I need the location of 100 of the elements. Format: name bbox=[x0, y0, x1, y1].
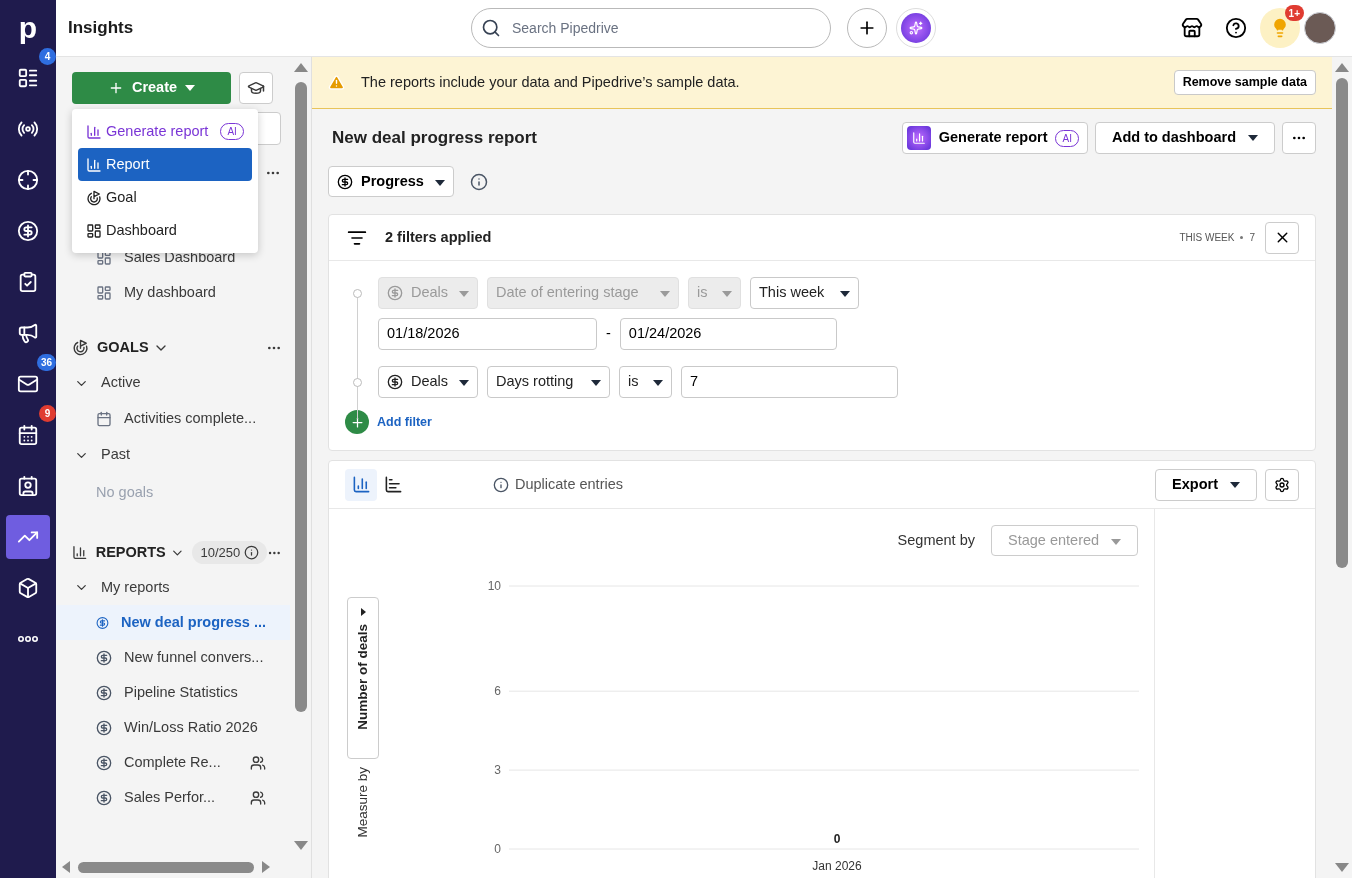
timeline-node bbox=[353, 289, 362, 298]
dropdown[interactable]: Deals bbox=[378, 366, 478, 398]
caret-icon bbox=[435, 179, 445, 186]
dollar-icon bbox=[96, 789, 112, 806]
value-input[interactable]: 7 bbox=[681, 366, 898, 398]
view-dropdown[interactable]: Progress bbox=[328, 166, 454, 197]
period-count: 7 bbox=[1249, 231, 1255, 245]
scrollbar-thumb[interactable] bbox=[294, 82, 307, 712]
graduation-cap-icon bbox=[247, 79, 265, 97]
search-field[interactable]: Search Pipedrive bbox=[471, 8, 831, 48]
caret-icon bbox=[1248, 135, 1258, 141]
date-input[interactable]: 01/18/2026 bbox=[378, 318, 597, 350]
banner-text: The reports include your data and Pipedrive’s sample data. bbox=[361, 72, 740, 92]
date-input[interactable]: 01/24/2026 bbox=[619, 318, 837, 350]
nav-icon bbox=[17, 220, 39, 242]
menu-item[interactable]: Goal bbox=[78, 181, 252, 214]
scrollbar-thumb[interactable] bbox=[1336, 78, 1348, 568]
dropdown[interactable]: Days rotting bbox=[487, 366, 610, 398]
dollar-icon bbox=[337, 173, 353, 190]
caret-icon bbox=[653, 380, 663, 387]
menu-item[interactable]: Dashboard bbox=[78, 214, 252, 247]
menu-item[interactable]: Generate report AI bbox=[78, 115, 252, 148]
sidebar-entry[interactable]: Win/Loss Ratio 2026 bbox=[56, 710, 290, 745]
bar-chart-icon bbox=[911, 131, 926, 145]
dollar-icon bbox=[96, 684, 112, 701]
dropdown[interactable]: This week bbox=[750, 277, 859, 309]
data-label: 0 bbox=[833, 832, 841, 846]
export-button[interactable]: Export bbox=[1155, 468, 1257, 501]
settings-button[interactable] bbox=[1265, 468, 1299, 501]
nav-icon bbox=[17, 271, 39, 293]
report-title: New deal progress report bbox=[332, 127, 537, 150]
info-icon[interactable] bbox=[493, 476, 509, 493]
caret-icon bbox=[1230, 481, 1240, 488]
dashboard-icon bbox=[96, 284, 112, 301]
menu-item[interactable]: Report bbox=[78, 148, 252, 181]
nav-icon bbox=[17, 475, 39, 497]
count-badge: 10/250 bbox=[192, 541, 268, 564]
dollar-icon bbox=[96, 754, 112, 771]
group-label[interactable]: Past bbox=[101, 444, 130, 466]
caret-icon bbox=[722, 291, 732, 298]
horizontal-bar-chart-icon bbox=[383, 475, 403, 494]
horizontal-scrollbar[interactable] bbox=[78, 861, 254, 873]
period-label: THIS WEEK bbox=[1179, 231, 1235, 245]
remove-sample-button[interactable]: Remove sample data bbox=[1173, 70, 1316, 95]
badge: 36 bbox=[36, 354, 56, 371]
target-icon bbox=[86, 189, 102, 206]
info-icon[interactable] bbox=[244, 545, 260, 560]
empty-text: No goals bbox=[96, 483, 154, 503]
sidebar-entry[interactable]: New deal progress ... bbox=[56, 605, 290, 640]
group-label[interactable]: My reports bbox=[101, 576, 170, 599]
nav-icon bbox=[17, 322, 39, 344]
search-icon bbox=[481, 18, 501, 38]
section-title[interactable]: REPORTS bbox=[95, 541, 166, 564]
scroll-down-arrow[interactable] bbox=[1335, 863, 1349, 872]
add-to-dashboard-button[interactable]: Add to dashboard bbox=[1094, 122, 1275, 154]
scroll-left-arrow[interactable] bbox=[62, 861, 70, 873]
group-label[interactable]: Active bbox=[101, 372, 141, 394]
filters-summary: 2 filters applied bbox=[385, 227, 492, 247]
add-filter-link[interactable]: Add filter bbox=[377, 412, 432, 432]
settings-icon bbox=[1274, 476, 1290, 493]
help-icon bbox=[1225, 17, 1247, 39]
create-button[interactable]: Create bbox=[72, 72, 231, 104]
target-icon bbox=[72, 339, 89, 356]
nav-icon bbox=[17, 67, 39, 89]
sidebar-entry[interactable]: Complete Re... bbox=[56, 745, 290, 780]
more-icon bbox=[18, 636, 38, 642]
dashboard-item[interactable]: My dashboard bbox=[72, 275, 282, 310]
bar-chart-icon bbox=[86, 123, 102, 140]
tips-button[interactable] bbox=[1260, 8, 1300, 48]
sidebar-entry[interactable]: Sales Perfor... bbox=[56, 780, 290, 815]
caret-icon bbox=[660, 291, 670, 298]
measure-label: Measure by bbox=[353, 767, 371, 838]
column-chart-toggle[interactable] bbox=[345, 468, 377, 501]
measure-dropdown[interactable]: Number of deals bbox=[347, 597, 379, 759]
dashboard-icon bbox=[86, 222, 102, 239]
warning-icon bbox=[328, 74, 345, 91]
bar-chart-icon bbox=[86, 156, 102, 173]
badge: 9 bbox=[39, 405, 56, 422]
caret-icon bbox=[591, 380, 601, 387]
app-logo[interactable]: p bbox=[18, 13, 38, 43]
sidebar-entry[interactable]: Pipeline Statistics bbox=[56, 675, 290, 710]
nav-icon bbox=[17, 373, 39, 395]
add-filter-button[interactable] bbox=[345, 410, 369, 434]
sparkle-icon bbox=[909, 21, 923, 35]
badge: 1+ bbox=[1284, 5, 1304, 21]
axis-tick-label: 10 bbox=[487, 579, 501, 593]
axis-tick-label: 3 bbox=[494, 763, 501, 778]
caret-icon bbox=[360, 608, 366, 616]
nav-icon bbox=[17, 577, 39, 599]
generate-report-button[interactable]: Generate report AI bbox=[901, 122, 1088, 154]
scroll-right-arrow[interactable] bbox=[262, 861, 270, 873]
close-button[interactable] bbox=[1265, 221, 1299, 254]
avatar[interactable] bbox=[1304, 12, 1336, 44]
section-title[interactable]: GOALS bbox=[97, 336, 149, 359]
learn-button[interactable] bbox=[239, 72, 273, 104]
sidebar-entry[interactable]: New funnel convers... bbox=[56, 640, 290, 675]
sidebar-entry[interactable]: Activities complete... bbox=[72, 401, 282, 437]
axis-tick-label: 0 bbox=[494, 842, 501, 856]
dropdown[interactable]: is bbox=[619, 366, 672, 398]
info-icon[interactable] bbox=[470, 172, 488, 191]
